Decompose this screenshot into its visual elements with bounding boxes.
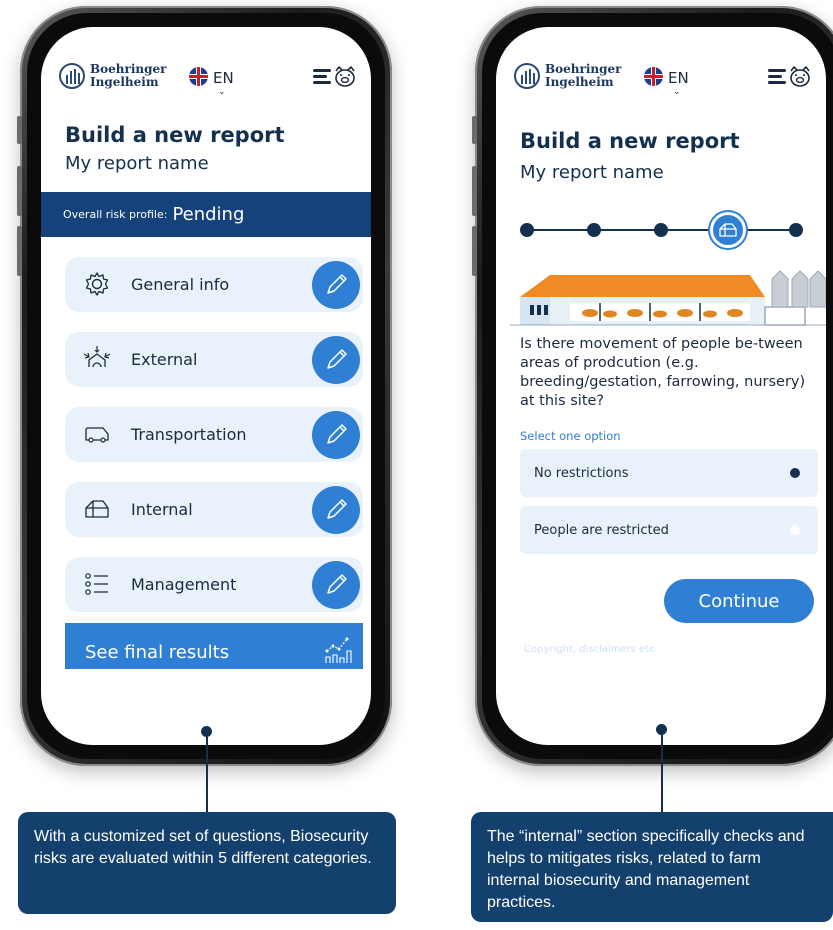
progress-stepper xyxy=(520,212,806,248)
brand-logo-icon xyxy=(59,63,85,89)
page-title: Build a new report xyxy=(520,129,740,153)
stepper-step-3[interactable] xyxy=(654,223,668,237)
callout-left: With a customized set of questions, Bios… xyxy=(18,812,396,914)
brand-logo-icon xyxy=(514,63,540,89)
brand-name-line2: Ingelheim xyxy=(545,75,614,89)
app-header: Boehringer Ingelheim EN ⌄ xyxy=(496,57,826,97)
brand-logo[interactable]: Boehringer Ingelheim xyxy=(59,63,166,89)
option-label: People are restricted xyxy=(534,522,669,538)
report-name: My report name xyxy=(520,162,664,183)
category-internal[interactable]: Internal xyxy=(65,482,363,537)
external-threat-icon xyxy=(83,346,111,368)
language-selector[interactable]: EN xyxy=(213,69,234,87)
category-transportation[interactable]: Transportation xyxy=(65,407,363,462)
phone-side-button xyxy=(17,226,22,276)
category-label: Transportation xyxy=(131,425,247,444)
category-label: External xyxy=(131,350,198,369)
edit-internal-button[interactable] xyxy=(312,486,360,534)
page-title: Build a new report xyxy=(65,123,285,147)
truck-icon xyxy=(85,427,109,443)
stepper-step-2[interactable] xyxy=(587,223,601,237)
chevron-down-icon: ⌄ xyxy=(673,87,681,97)
risk-profile-status: Pending xyxy=(172,204,245,225)
continue-button[interactable]: Continue xyxy=(664,579,814,623)
phone-side-button xyxy=(472,116,477,144)
phone-mockup-left: Boehringer Ingelheim EN ⌄ Build a new re… xyxy=(17,6,392,766)
radio-unselected-icon[interactable] xyxy=(790,525,800,535)
phone-side-button xyxy=(472,166,477,216)
chart-icon xyxy=(325,637,352,663)
see-final-results-button[interactable]: See final results xyxy=(65,623,363,669)
pencil-icon xyxy=(327,499,347,519)
pencil-icon xyxy=(327,574,347,594)
report-name: My report name xyxy=(65,153,209,174)
radio-selected-icon[interactable] xyxy=(790,468,800,478)
category-label: Internal xyxy=(131,500,193,519)
checklist-icon xyxy=(85,573,108,595)
edit-management-button[interactable] xyxy=(312,561,360,609)
barn-icon xyxy=(719,223,737,237)
gear-icon xyxy=(85,272,109,296)
callout-connector-right xyxy=(661,730,663,812)
uk-flag-icon[interactable] xyxy=(644,67,663,86)
question-text: Is there movement of people be-tween are… xyxy=(520,336,806,409)
callout-right: The “internal” section specifically chec… xyxy=(471,812,833,922)
see-final-results-label: See final results xyxy=(85,642,230,663)
phone-bezel: Boehringer Ingelheim EN ⌄ Build a new re… xyxy=(482,13,833,759)
app-screen-question: Boehringer Ingelheim EN ⌄ Build a new re… xyxy=(496,27,826,745)
brand-name-line2: Ingelheim xyxy=(90,75,159,89)
category-external[interactable]: External xyxy=(65,332,363,387)
edit-transportation-button[interactable] xyxy=(312,411,360,459)
pencil-icon xyxy=(327,274,347,294)
question-hint: Select one option xyxy=(520,429,621,443)
risk-profile-label: Overall risk profile: xyxy=(63,208,168,221)
phone-bezel: Boehringer Ingelheim EN ⌄ Build a new re… xyxy=(27,13,385,759)
chevron-down-icon: ⌄ xyxy=(218,87,226,97)
callout-connector-left xyxy=(206,732,208,812)
hamburger-menu-icon[interactable] xyxy=(768,69,786,85)
phone-side-button xyxy=(472,226,477,276)
stepper-step-4-current[interactable] xyxy=(710,212,746,248)
phone-side-button xyxy=(17,116,22,144)
uk-flag-icon[interactable] xyxy=(189,67,208,86)
language-selector[interactable]: EN xyxy=(668,69,689,87)
app-header: Boehringer Ingelheim EN ⌄ xyxy=(41,57,371,97)
app-screen-categories: Boehringer Ingelheim EN ⌄ Build a new re… xyxy=(41,27,371,745)
category-label: Management xyxy=(131,575,237,594)
option-label: No restrictions xyxy=(534,465,629,481)
pencil-icon xyxy=(327,349,347,369)
edit-external-button[interactable] xyxy=(312,336,360,384)
phone-mockup-right: Boehringer Ingelheim EN ⌄ Build a new re… xyxy=(472,6,833,766)
hamburger-menu-icon[interactable] xyxy=(313,69,331,85)
category-general-info[interactable]: General info xyxy=(65,257,363,312)
copyright-footer[interactable]: Copyright, disclaimers etc xyxy=(524,644,655,655)
pig-barn-illustration xyxy=(510,270,826,326)
barn-icon xyxy=(85,500,109,518)
category-management[interactable]: Management xyxy=(65,557,363,612)
brand-logo[interactable]: Boehringer Ingelheim xyxy=(514,63,621,89)
option-people-restricted[interactable]: People are restricted xyxy=(520,506,818,554)
option-no-restrictions[interactable]: No restrictions xyxy=(520,449,818,497)
stepper-step-1[interactable] xyxy=(520,223,534,237)
pig-profile-icon[interactable] xyxy=(333,66,357,88)
stepper-step-5[interactable] xyxy=(789,223,803,237)
pig-profile-icon[interactable] xyxy=(788,66,812,88)
pencil-icon xyxy=(327,424,347,444)
risk-profile-bar: Overall risk profile: Pending xyxy=(41,192,371,237)
category-label: General info xyxy=(131,275,230,294)
edit-general-info-button[interactable] xyxy=(312,261,360,309)
phone-side-button xyxy=(17,166,22,216)
